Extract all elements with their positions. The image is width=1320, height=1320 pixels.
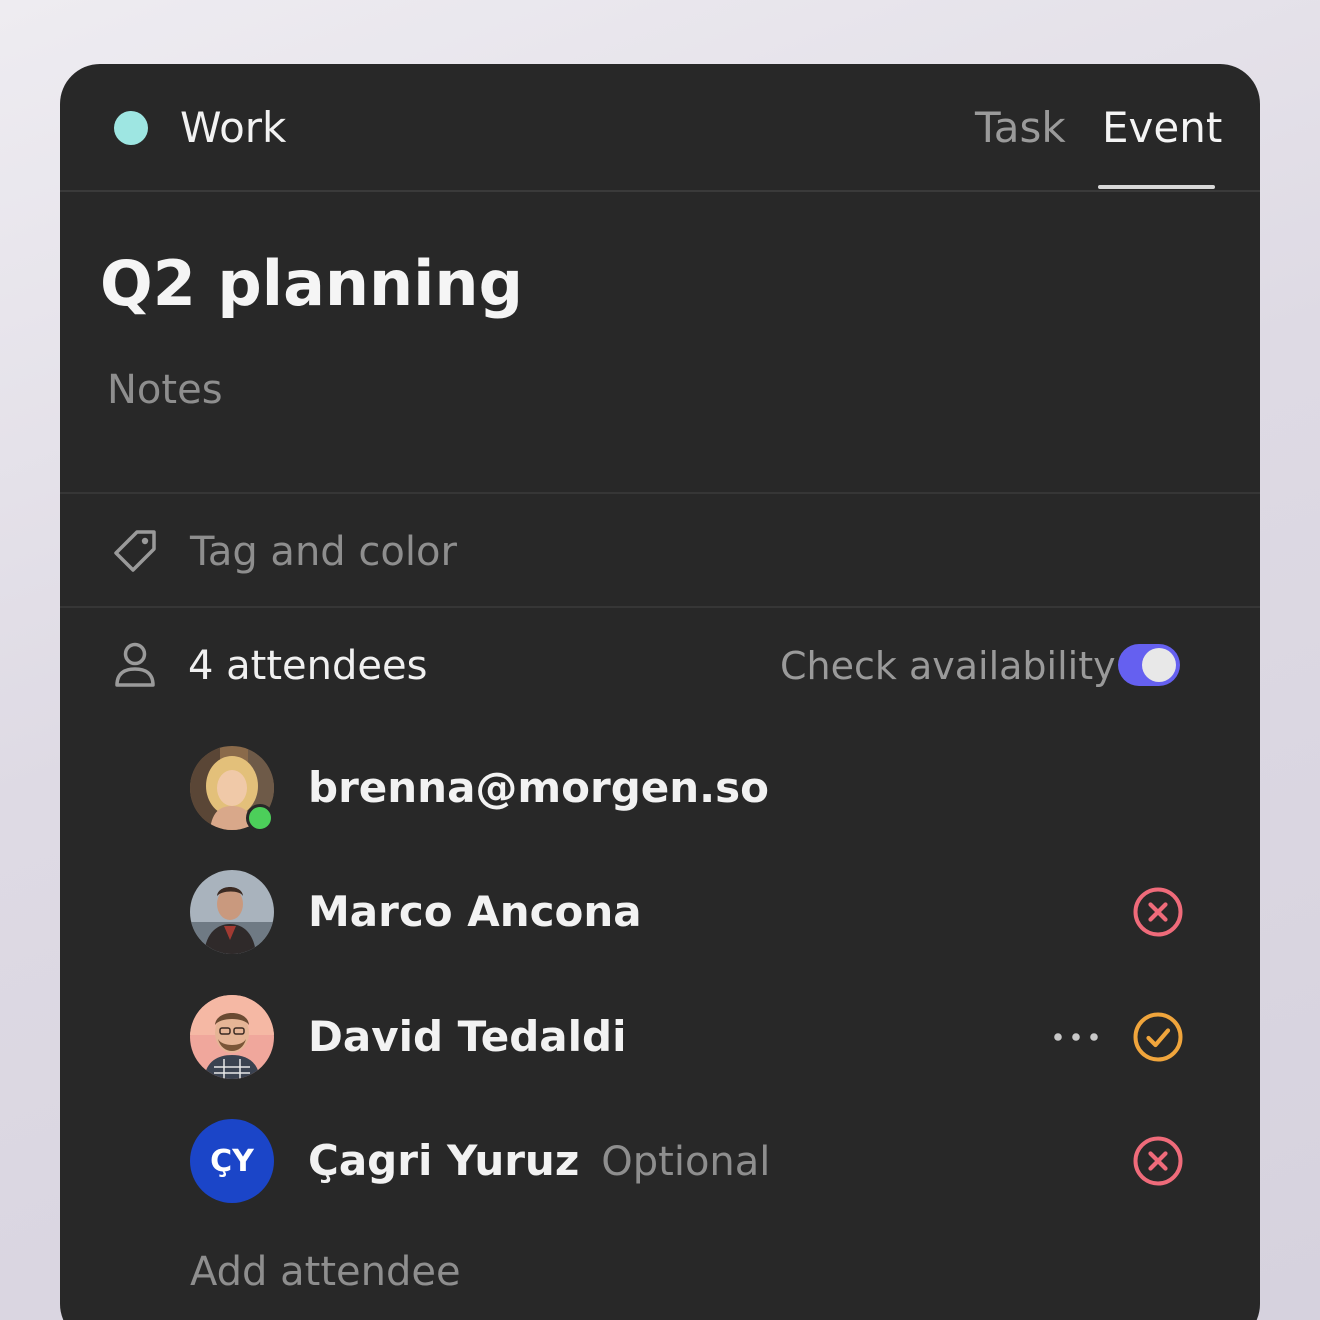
calendar-name[interactable]: Work	[180, 100, 286, 156]
notes-field[interactable]: Notes	[107, 362, 223, 418]
attendee-row[interactable]: ÇY Çagri Yuruz Optional	[60, 1119, 1260, 1209]
attendee-name-text: Çagri Yuruz	[308, 1136, 580, 1185]
check-circle-icon[interactable]	[1132, 1011, 1184, 1063]
attendee-row[interactable]: David Tedaldi	[60, 995, 1260, 1085]
tab-event[interactable]: Event	[1102, 100, 1222, 156]
divider	[60, 606, 1260, 608]
attendee-name: David Tedaldi	[308, 1012, 627, 1061]
attendee-name: Marco Ancona	[308, 887, 642, 936]
attendee-row[interactable]: brenna@morgen.so	[60, 746, 1260, 836]
avatar-initials: ÇY	[190, 1119, 274, 1203]
online-indicator	[246, 804, 274, 832]
calendar-color-dot[interactable]	[114, 111, 148, 145]
tab-task[interactable]: Task	[975, 100, 1066, 156]
toggle-knob	[1142, 648, 1176, 682]
tag-and-color-label: Tag and color	[190, 529, 457, 575]
x-circle-icon[interactable]	[1132, 886, 1184, 938]
active-tab-indicator	[1098, 185, 1215, 189]
app-backdrop: Work Task Event Q2 planning Notes Tag an…	[0, 0, 1320, 1320]
attendee-name: Çagri Yuruz Optional	[308, 1133, 770, 1190]
optional-tag: Optional	[601, 1139, 771, 1185]
add-attendee-input[interactable]: Add attendee	[190, 1244, 461, 1300]
check-availability-label: Check availability	[780, 644, 1116, 688]
tag-icon	[114, 530, 156, 572]
person-icon	[115, 642, 155, 687]
divider	[60, 492, 1260, 494]
event-editor-panel: Work Task Event Q2 planning Notes Tag an…	[60, 64, 1260, 1320]
more-options-icon[interactable]	[1052, 1027, 1100, 1047]
attendee-count: 4 attendees	[188, 643, 428, 689]
editor-header: Work Task Event	[60, 64, 1260, 192]
attendee-row[interactable]: Marco Ancona	[60, 870, 1260, 960]
check-availability-toggle[interactable]	[1118, 644, 1180, 686]
avatar	[190, 870, 274, 954]
attendee-name: brenna@morgen.so	[308, 763, 769, 812]
x-circle-icon[interactable]	[1132, 1135, 1184, 1187]
avatar	[190, 995, 274, 1079]
event-title[interactable]: Q2 planning	[100, 244, 523, 324]
